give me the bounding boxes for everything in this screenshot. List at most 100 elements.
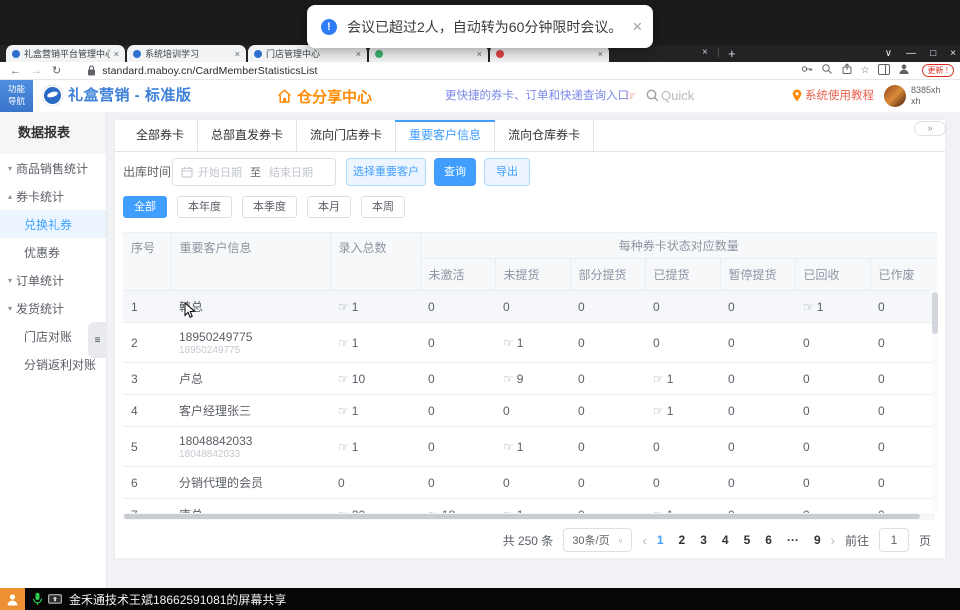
reload-icon[interactable]: ↻ [52, 64, 61, 77]
maximize-button[interactable]: □ [930, 45, 936, 62]
cell-total: ☞1 [330, 427, 420, 467]
goto-page-input[interactable] [879, 528, 909, 552]
vertical-scrollbar-thumb[interactable] [932, 292, 938, 334]
page-number[interactable]: ··· [787, 533, 799, 547]
click-hand-icon[interactable]: ☞ [338, 300, 349, 314]
cell-index: 5 [123, 427, 171, 467]
quick-filter-button[interactable]: 本月 [307, 196, 351, 218]
profile-icon[interactable] [898, 62, 910, 80]
click-hand-icon[interactable]: ☞ [503, 336, 514, 350]
forward-icon[interactable]: → [31, 65, 42, 77]
tab-close-icon[interactable]: × [114, 49, 119, 59]
sidebar-item[interactable]: ▾ 订单统计 [0, 266, 106, 294]
click-hand-icon[interactable]: ☞ [338, 404, 349, 418]
chrome-update-button[interactable]: 更新 ! [922, 64, 954, 77]
prev-page-button[interactable]: ‹ [642, 533, 646, 548]
user-avatar[interactable] [884, 85, 906, 107]
cell-customer[interactable]: 18048842033 18048842033 [171, 427, 330, 467]
cell-index: 2 [123, 323, 171, 363]
page-number[interactable]: 9 [814, 533, 821, 547]
cell-value: 0 [728, 404, 735, 418]
toast-close-icon[interactable]: × [632, 18, 642, 35]
sidebar-item[interactable]: 优惠券 [0, 238, 106, 266]
cell-status: ☞0 [720, 291, 795, 323]
query-button[interactable]: 查询 [434, 158, 476, 186]
page-number[interactable]: 1 [657, 533, 664, 547]
click-hand-icon[interactable]: ☞ [338, 440, 349, 454]
sidebar-item[interactable]: ▴ 券卡统计 [0, 182, 106, 210]
browser-tab[interactable]: 系统培训学习 × [127, 45, 246, 62]
page-number[interactable]: 3 [700, 533, 707, 547]
panel-collapse-button[interactable]: » [914, 121, 946, 136]
quick-filter-button[interactable]: 本季度 [242, 196, 297, 218]
quick-filter-label: 全部 [134, 201, 156, 213]
end-date-placeholder[interactable]: 结束日期 [269, 164, 313, 180]
next-page-button[interactable]: › [831, 533, 835, 548]
quick-label[interactable]: Quick [661, 80, 694, 112]
content-tab[interactable]: 重要客户信息 [396, 120, 495, 151]
cell-status: ☞0 [720, 499, 795, 514]
cell-customer[interactable]: 18950249775 18950249775 [171, 323, 330, 363]
content-tab[interactable]: 总部直发券卡 [198, 120, 297, 151]
sidebar-item[interactable]: ▾ 发货统计 [0, 294, 106, 322]
cell-customer[interactable]: 分销代理的会员 [171, 467, 330, 499]
page-size-select[interactable]: 30条/页 ∨ [563, 528, 632, 552]
content-tab[interactable]: 流向门店券卡 [297, 120, 396, 151]
page-number[interactable]: 2 [679, 533, 686, 547]
start-date-placeholder[interactable]: 开始日期 [198, 164, 242, 180]
function-nav-toggle[interactable]: 功能 导航 [0, 80, 33, 112]
content-tab[interactable]: 流向仓库券卡 [495, 120, 594, 151]
page-number[interactable]: 4 [722, 533, 729, 547]
cell-status: ☞0 [870, 291, 937, 323]
quick-filter-button[interactable]: 本年度 [177, 196, 232, 218]
minimize-button[interactable]: — [906, 45, 916, 62]
new-tab-button[interactable]: + [728, 45, 736, 62]
url-text[interactable]: standard.maboy.cn/CardMemberStatisticsLi… [102, 65, 317, 77]
click-hand-icon[interactable]: ☞ [338, 336, 349, 350]
click-hand-icon[interactable]: ☞ [653, 372, 664, 386]
click-hand-icon[interactable]: ☞ [653, 404, 664, 418]
click-hand-icon[interactable]: ☞ [503, 372, 514, 386]
page-number[interactable]: 6 [765, 533, 772, 547]
tab-close-icon[interactable]: × [235, 49, 240, 59]
click-hand-icon[interactable]: ☞ [503, 440, 514, 454]
click-hand-icon[interactable]: ☞ [803, 300, 814, 314]
tab-favicon-icon [496, 50, 504, 58]
tab-close-icon[interactable]: × [356, 49, 361, 59]
date-range-input[interactable]: 开始日期 至 结束日期 [172, 158, 336, 186]
system-tutorial-link[interactable]: 系统使用教程 [805, 80, 874, 112]
sidebar-item[interactable]: ▾ 商品销售统计 [0, 154, 106, 182]
back-icon[interactable]: ← [10, 65, 21, 77]
export-button[interactable]: 导出 [484, 158, 530, 186]
tab-close-icon[interactable]: × [477, 49, 482, 59]
close-button[interactable]: × [950, 45, 956, 62]
microphone-icon[interactable] [32, 592, 43, 606]
presenter-icon[interactable] [0, 588, 25, 610]
sidebar-collapse-handle[interactable]: ≡ [88, 322, 107, 358]
horizontal-scrollbar-thumb[interactable] [124, 514, 920, 519]
browser-menu-icon[interactable]: ∨ [885, 45, 892, 62]
cell-customer[interactable]: 卢总 [171, 363, 330, 395]
cell-customer[interactable]: 唐总 [171, 499, 330, 514]
cell-customer[interactable]: 客户经理张三 [171, 395, 330, 427]
quick-filter-button[interactable]: 本周 [361, 196, 405, 218]
sidebar-item[interactable]: 兑换礼券 [0, 210, 106, 238]
browser-tab[interactable]: 礼盒营销平台管理中心 × [6, 45, 125, 62]
page-number[interactable]: 5 [744, 533, 751, 547]
cell-value: 0 [578, 476, 585, 490]
key-icon[interactable] [801, 62, 813, 80]
quick-entry-text[interactable]: 更快捷的券卡、订单和快递查询入口 [445, 80, 629, 112]
quick-search-icon[interactable] [646, 89, 659, 107]
cell-value: 0 [728, 372, 735, 386]
zoom-icon[interactable] [821, 62, 833, 80]
click-hand-icon[interactable]: ☞ [338, 372, 349, 386]
share-icon[interactable] [841, 62, 853, 80]
content-tab[interactable]: 全部券卡 [123, 120, 198, 151]
bookmark-star-icon[interactable]: ☆ [861, 65, 870, 76]
side-panel-icon[interactable] [878, 62, 890, 80]
tab-close-icon[interactable]: × [598, 49, 603, 59]
tab-close-icon[interactable]: × [702, 47, 708, 58]
select-customer-button[interactable]: 选择重要客户 [346, 158, 426, 186]
warehouse-share-center-link[interactable]: 仓分享中心 [277, 80, 372, 112]
quick-filter-button[interactable]: 全部 [123, 196, 167, 218]
